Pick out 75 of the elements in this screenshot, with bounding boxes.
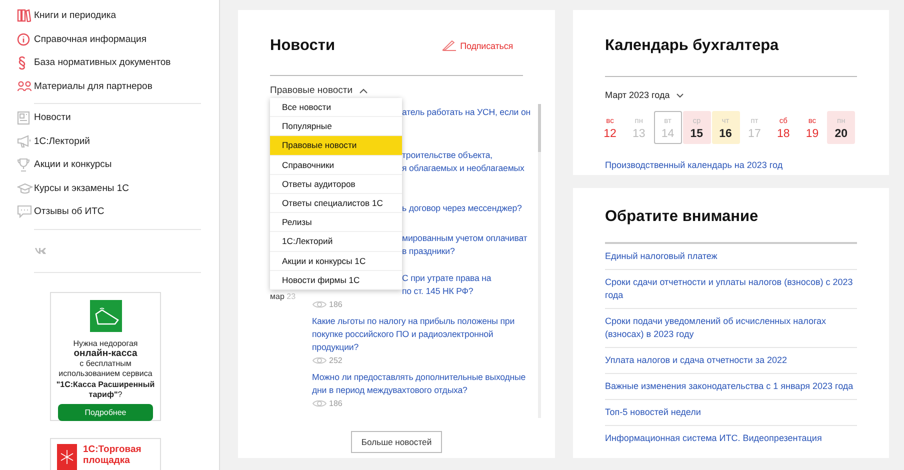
news-day: 23	[286, 292, 296, 301]
megaphone-icon	[17, 134, 32, 148]
article-link[interactable]: Сроки подачи уведомлений об исчисленных налогах (взносах) в 2023 году	[605, 309, 857, 348]
news-link[interactable]: Какие льготы по налогу на прибыль положены при покупке российского ПО и радиоэлектронной продукции?	[312, 315, 515, 354]
view-count: 186	[329, 398, 342, 408]
section-sign-icon	[17, 56, 27, 70]
dropdown-item[interactable]: Справочники	[270, 156, 402, 175]
sidebar-link[interactable]: Новости	[34, 112, 71, 124]
dropdown-item[interactable]: Релизы	[270, 213, 402, 232]
day-number: 17	[748, 128, 761, 140]
attention-title: Обратите внимание	[605, 208, 758, 226]
graduation-cap-icon	[17, 182, 33, 194]
article-link[interactable]: Сроки сдачи отчетности и уплаты налогов (взносов) с 2023 года	[605, 270, 857, 309]
ad-text: с бесплатным использованием сервиса "1С:Касса Расширенный тариф"?	[55, 359, 156, 400]
more-news-button[interactable]: Больше новостей	[351, 431, 442, 453]
eye-icon	[312, 398, 327, 408]
day-number: 14	[661, 128, 674, 140]
trophy-icon	[17, 158, 30, 172]
news-link[interactable]: С при утрате права на по ст. 145 НК РФ?	[402, 272, 492, 298]
article-link[interactable]: Важные изменения законодательства с 1 января 2023 года	[605, 374, 857, 400]
article-link[interactable]: Единый налоговый платеж	[605, 244, 857, 270]
sidebar-link[interactable]: База нормативных документов	[34, 57, 171, 68]
dropdown-item[interactable]: Правовые новости	[270, 136, 402, 156]
dropdown-item[interactable]: 1С:Лекторий	[270, 232, 402, 252]
dropdown-item[interactable]: Акции и конкурсы 1С	[270, 252, 402, 271]
dropdown-item[interactable]: Ответы специалистов 1С	[270, 194, 402, 214]
caret-icon	[676, 92, 684, 98]
sidebar-link[interactable]: Книги и периодика	[34, 10, 116, 22]
eye-icon	[312, 356, 327, 364]
sidebar-link[interactable]: Акции и конкурсы	[34, 159, 112, 170]
day-number: 20	[834, 128, 848, 140]
month-dropdown[interactable]: Март 2023 года	[605, 90, 684, 100]
eye-icon	[312, 300, 327, 308]
day-number: 18	[776, 128, 790, 140]
dropdown-item[interactable]: Ответы аудиторов	[270, 174, 402, 194]
chat-icon	[17, 205, 32, 218]
more-button[interactable]: Подробнее	[58, 404, 153, 422]
calendar-link[interactable]: Производственный календарь на 2023 год	[605, 160, 857, 170]
sidebar-link[interactable]: Материалы для партнеров	[34, 80, 152, 92]
day-number: 13	[632, 128, 646, 140]
news-date: мар	[270, 292, 284, 301]
document-icon	[17, 110, 30, 125]
news-link[interactable]: троительстве объекта, я облагаемых и необлагаемых	[402, 149, 524, 175]
article-link[interactable]: Уплата налогов и сдача отчетности за 2022	[605, 348, 857, 374]
ad-text: Нужна недорогая	[73, 338, 138, 348]
people-icon	[17, 80, 32, 92]
news-link[interactable]: мированным учетом оплачиват в праздники?	[402, 232, 528, 258]
sidebar-link[interactable]: Курсы и экзамены 1С	[34, 182, 130, 194]
news-link[interactable]: ь договор через мессенджер?	[402, 202, 522, 215]
day-number: 16	[719, 128, 732, 140]
dropdown-item[interactable]: Новости фирмы 1С	[270, 270, 402, 290]
pencil-icon	[442, 40, 456, 51]
news-link[interactable]: Можно ли предоставлять дополнительные выходные дни в период междувахтового отдыха?	[312, 371, 526, 397]
view-count: 252	[329, 356, 342, 364]
sidebar-link[interactable]: 1С:Лекторий	[34, 136, 90, 147]
article-link[interactable]: Топ-5 новостей недели	[605, 400, 857, 426]
sidebar-link[interactable]: Справочная информация	[34, 34, 146, 45]
subscribe-link[interactable]: Подписаться	[442, 40, 513, 51]
day-number: 12	[604, 128, 616, 140]
day-number: 19	[806, 128, 819, 140]
caret-icon	[358, 88, 368, 94]
category-dropdown[interactable]: Правовые новости	[270, 85, 368, 96]
view-count: 186	[329, 300, 342, 308]
day-number: 15	[690, 128, 704, 140]
sidebar-link[interactable]: Отзывы об ИТС	[34, 206, 104, 218]
cash-register-icon	[90, 300, 122, 332]
news-link[interactable]: атель работать на УСН, если он	[402, 106, 531, 119]
info-icon	[17, 32, 30, 46]
ad-text: онлайн-касса	[74, 348, 138, 360]
books-icon	[17, 9, 31, 22]
news-title: Новости	[270, 36, 335, 54]
vk-logo-icon[interactable]	[34, 246, 47, 254]
dropdown-item[interactable]: Все новости	[270, 98, 402, 118]
article-link[interactable]: Информационная система ИТС. Видеопрезентация	[605, 426, 857, 451]
calendar-title: Календарь бухгалтера	[605, 37, 779, 55]
